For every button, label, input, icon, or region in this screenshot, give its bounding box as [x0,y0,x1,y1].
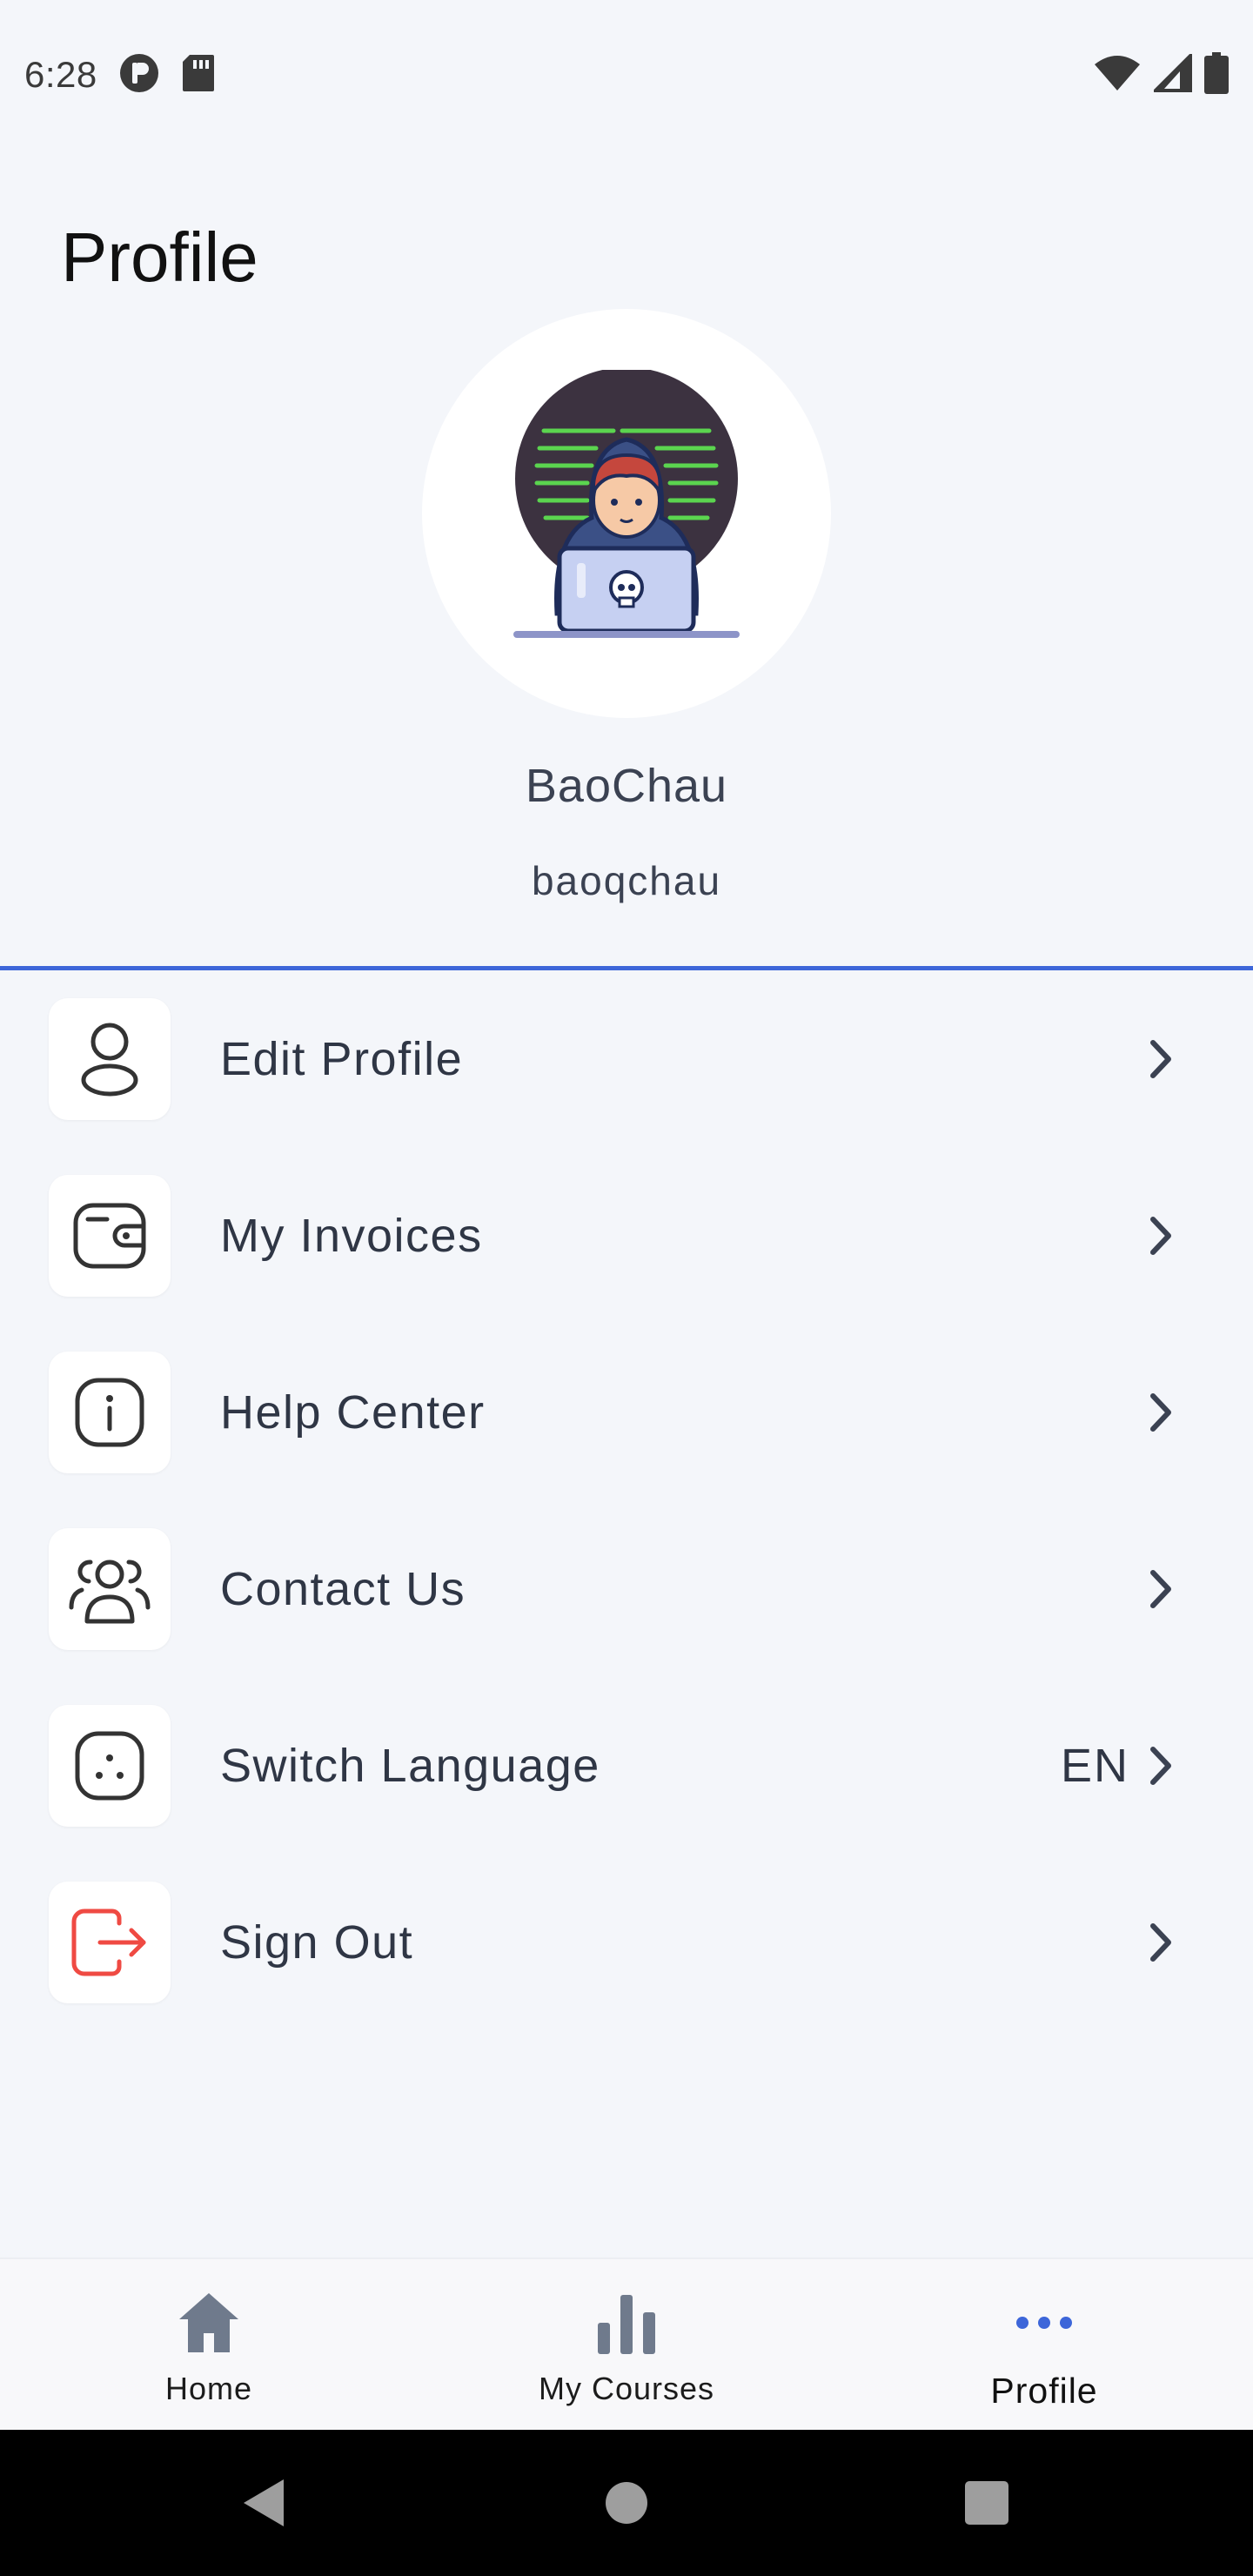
users-icon [69,1559,151,1623]
hacker-avatar-icon [513,370,740,638]
chevron-right-icon [1143,1037,1178,1081]
wallet-icon [73,1203,146,1268]
battery-icon [1204,51,1229,98]
chevron-right-icon [1143,1214,1178,1258]
profile-username: baoqchau [531,858,722,903]
nav-item-profile[interactable]: Profile [835,2259,1253,2432]
nav-item-home[interactable]: Home [0,2259,418,2432]
menu-label: Sign Out [220,1915,414,1969]
menu-label: Contact Us [220,1562,466,1615]
chevron-right-icon [1143,1921,1178,1964]
sd-card-icon [181,53,216,97]
menu-label: My Invoices [220,1209,483,1262]
menu-item-edit-profile[interactable]: Edit Profile [0,970,1253,1147]
chevron-right-icon [1143,1744,1178,1788]
nav-label: Home [164,2371,253,2406]
menu-label: Help Center [220,1385,486,1439]
status-left: 6:28 [24,52,216,98]
menu-item-switch-language[interactable]: Switch Language EN [0,1677,1253,1854]
profile-display-name: BaoChau [525,760,728,812]
menu-icon-box [49,1527,171,1650]
chevron-right-icon [1143,1391,1178,1434]
menu-item-contact-us[interactable]: Contact Us [0,1500,1253,1677]
menu-icon-box [49,997,171,1120]
home-icon [176,2284,242,2362]
notification-p-icon [118,52,160,98]
user-icon [81,1023,138,1096]
logout-icon [71,1909,146,1976]
more-dots-icon [1014,2284,1075,2362]
signal-icon [1151,50,1192,97]
menu-item-my-invoices[interactable]: My Invoices [0,1147,1253,1324]
menu-item-sign-out[interactable]: Sign Out [0,1854,1253,2030]
menu-icon-box [49,1704,171,1827]
menu-label: Switch Language [220,1739,600,1792]
wifi-icon [1093,54,1142,97]
home-circle-icon[interactable] [574,2430,679,2576]
nav-label: My Courses [538,2371,715,2406]
back-icon[interactable] [211,2430,315,2576]
menu-icon-box [49,1881,171,2003]
menu-label: Edit Profile [220,1032,464,1085]
status-time: 6:28 [24,54,97,95]
avatar[interactable] [422,309,831,718]
info-icon [75,1378,144,1446]
system-nav-bar [0,2430,1253,2576]
language-value: EN [1060,1739,1129,1792]
dice-icon [75,1731,144,1800]
menu-item-help-center[interactable]: Help Center [0,1324,1253,1500]
recents-icon[interactable] [935,2430,1039,2576]
nav-item-my-courses[interactable]: My Courses [418,2259,835,2432]
status-right [1093,50,1229,98]
status-bar: 6:28 [0,0,1253,150]
nav-label-active: Profile [990,2371,1098,2411]
chevron-right-icon [1143,1567,1178,1611]
menu-icon-box [49,1351,171,1473]
bar-chart-icon [596,2284,657,2362]
bottom-nav: Home My Courses Profile [0,2257,1253,2430]
page-title: Profile [61,218,258,296]
menu-icon-box [49,1174,171,1297]
